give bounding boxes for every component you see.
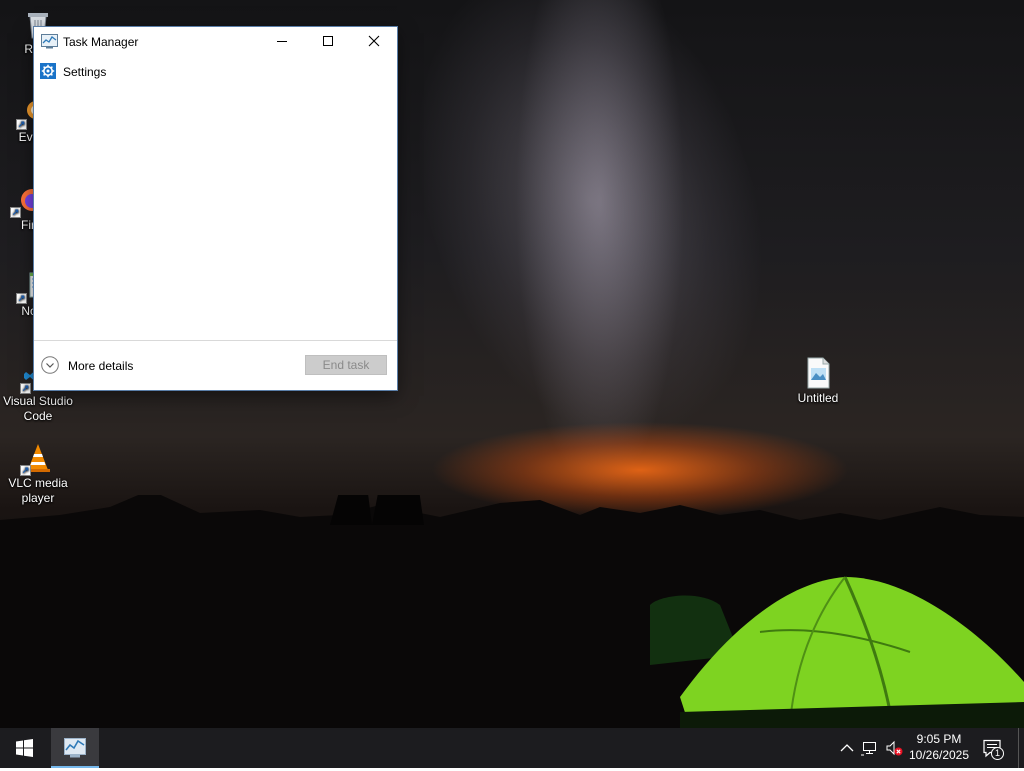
clock-time: 9:05 PM (916, 732, 962, 746)
action-center-button[interactable]: 1 (982, 737, 1006, 761)
task-manager-window[interactable]: Task Manager Settings More details End t… (34, 27, 397, 390)
desktop-icon-label: Visual Studio Code (3, 394, 73, 423)
footer-divider (34, 340, 397, 341)
settings-gear-icon (40, 63, 56, 79)
end-task-button[interactable]: End task (305, 355, 387, 375)
shortcut-arrow-icon: ↗ (10, 207, 21, 218)
minimize-icon (277, 41, 287, 42)
volume-muted-icon[interactable] (884, 738, 904, 758)
milky-way (363, 0, 817, 478)
desktop-icon-untitled[interactable]: Untitled (780, 357, 856, 406)
chevron-down-icon (41, 356, 59, 374)
process-name: Settings (63, 65, 107, 79)
clock-date: 10/26/2025 (908, 748, 970, 762)
vlc-icon: ↗ (20, 442, 54, 476)
windows-logo-icon (16, 739, 33, 757)
shortcut-arrow-icon: ↗ (20, 465, 31, 476)
taskbar: 9:05 PM 10/26/2025 1 (0, 728, 1024, 768)
maximize-icon (323, 36, 333, 46)
process-list: Settings (34, 57, 397, 340)
image-file-icon (802, 357, 834, 389)
desktop-icon-label: Untitled (797, 391, 839, 405)
close-button[interactable] (351, 27, 397, 57)
taskbar-task-manager-button[interactable] (51, 728, 99, 768)
task-manager-icon (41, 34, 58, 49)
shortcut-arrow-icon: ↗ (16, 119, 27, 130)
more-details-label: More details (68, 359, 134, 373)
shortcut-arrow-icon: ↗ (20, 383, 31, 394)
start-button[interactable] (0, 728, 48, 768)
notification-count-badge: 1 (994, 748, 1000, 758)
show-hidden-icons-chevron-up-icon[interactable] (837, 738, 857, 758)
close-icon (368, 35, 380, 47)
desktop-icon-label: VLC media player (8, 476, 68, 505)
window-title: Task Manager (63, 35, 139, 49)
glowing-tent (680, 576, 1024, 728)
task-manager-icon (64, 738, 86, 758)
process-row-settings[interactable]: Settings (34, 59, 397, 83)
desktop-icon-vlc[interactable]: ↗ VLC media player (0, 442, 76, 506)
title-bar[interactable]: Task Manager (34, 27, 397, 57)
maximize-button[interactable] (305, 27, 351, 57)
shortcut-arrow-icon: ↗ (16, 293, 27, 304)
show-desktop-button[interactable] (1018, 728, 1024, 768)
minimize-button[interactable] (259, 27, 305, 57)
network-disconnected-icon[interactable] (860, 738, 880, 758)
clock[interactable]: 9:05 PM 10/26/2025 (906, 731, 972, 763)
